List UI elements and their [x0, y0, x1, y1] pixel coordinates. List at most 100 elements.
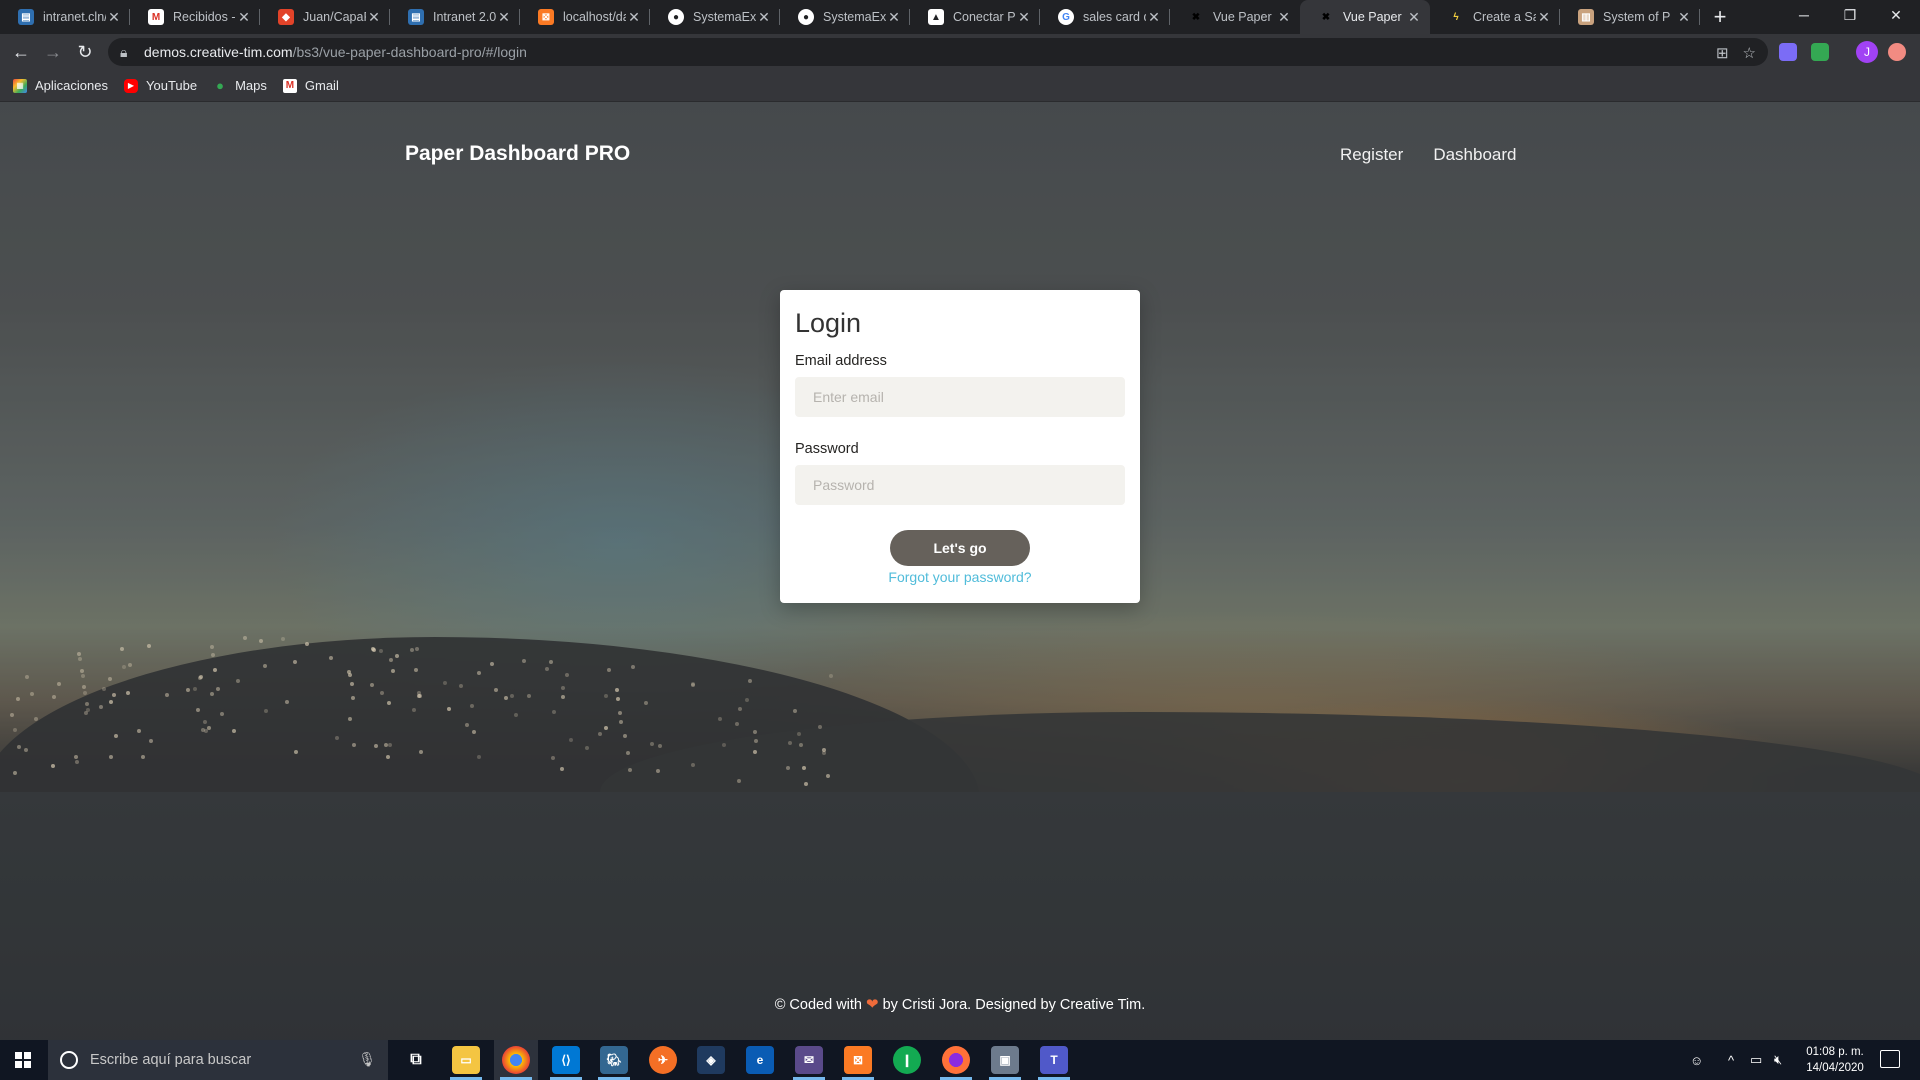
taskbar-search-placeholder: Escribe aquí para buscar: [90, 1052, 252, 1068]
url-host: demos.creative-tim.com: [144, 44, 293, 60]
tab-title: System of P: [1603, 10, 1671, 24]
microphone-icon[interactable]: 🎙︎: [358, 1051, 376, 1068]
restore-window-button[interactable]: ❐: [1827, 0, 1873, 30]
edge-icon[interactable]: e: [746, 1046, 774, 1074]
close-tab-icon[interactable]: ✕: [756, 9, 772, 26]
tab-title: intranet.cln/: [43, 10, 106, 24]
windows-logo-icon: [15, 1052, 31, 1068]
clock-time: 01:08 p. m.: [1806, 1046, 1864, 1058]
browser-tab[interactable]: ⊠ localhost/da ✕: [520, 0, 650, 34]
maps-pin-icon: ●: [216, 78, 225, 93]
mongodb-compass-icon[interactable]: ❙: [893, 1046, 921, 1074]
close-tab-icon[interactable]: ✕: [106, 9, 122, 26]
browser-tab[interactable]: ϟ Create a Sal ✕: [1430, 0, 1560, 34]
action-center-icon[interactable]: [1880, 1050, 1900, 1068]
close-tab-icon[interactable]: ✕: [626, 9, 642, 26]
browser-tab-active[interactable]: ✖ Vue Paper D ✕: [1300, 0, 1430, 34]
login-submit-button[interactable]: Let's go: [890, 530, 1030, 566]
teams-icon[interactable]: T: [1040, 1046, 1068, 1074]
pgadmin-icon[interactable]: 🐘︎: [600, 1046, 628, 1074]
xampp-icon[interactable]: ⊠: [844, 1046, 872, 1074]
taskbar-clock[interactable]: 01:08 p. m. 14/04/2020: [1800, 1044, 1870, 1076]
forgot-password-link[interactable]: Forgot your password?: [780, 569, 1140, 585]
page-favicon-icon: ▲: [928, 9, 944, 25]
dashboard-link[interactable]: Dashboard: [1433, 145, 1516, 165]
register-link[interactable]: Register: [1340, 145, 1403, 165]
footer-suffix: by Cristi Jora. Designed by Creative Tim…: [882, 997, 1146, 1013]
network-app-icon[interactable]: ▣: [991, 1046, 1019, 1074]
tab-title: Create a Sal: [1473, 10, 1536, 24]
close-tab-icon[interactable]: ✕: [886, 9, 902, 26]
people-icon[interactable]: ☺: [1690, 1040, 1703, 1080]
google-favicon-icon: G: [1058, 9, 1074, 25]
lock-icon: 🔒︎: [120, 43, 128, 60]
password-field[interactable]: [795, 465, 1125, 505]
extension-cube-green-icon[interactable]: [1811, 43, 1829, 61]
browser-tab[interactable]: ▥ System of P ✕: [1560, 0, 1700, 34]
bookmark-star-icon[interactable]: ☆: [1743, 44, 1756, 62]
tab-title: SystemaExh: [693, 10, 756, 24]
task-view-icon[interactable]: ⧉: [402, 1046, 430, 1074]
start-button[interactable]: [0, 1040, 46, 1080]
profile-avatar[interactable]: J: [1856, 41, 1878, 63]
youtube-icon: ▶: [124, 78, 138, 93]
bookmark-apps[interactable]: ▦ Aplicaciones: [13, 78, 108, 93]
bookmark-maps[interactable]: ● Maps: [213, 78, 267, 93]
bookmark-label: YouTube: [146, 78, 198, 93]
translate-icon[interactable]: ⊞: [1716, 44, 1729, 62]
reload-button[interactable]: ↻: [72, 39, 98, 65]
show-hidden-icons-icon[interactable]: ^: [1728, 1040, 1734, 1080]
close-tab-icon[interactable]: ✕: [366, 9, 382, 26]
sourcetree-icon[interactable]: ◈: [697, 1046, 725, 1074]
email-field[interactable]: [795, 377, 1125, 417]
browser-tab[interactable]: G sales card d ✕: [1040, 0, 1170, 34]
browser-tab[interactable]: ● SystemaExh ✕: [650, 0, 780, 34]
bookmarks-bar: ▦ Aplicaciones ▶ YouTube ● Maps M Gmail: [0, 70, 1920, 102]
login-page: Paper Dashboard PRO Register Dashboard L…: [0, 102, 1920, 1040]
close-tab-icon[interactable]: ✕: [1676, 9, 1692, 26]
close-tab-icon[interactable]: ✕: [1536, 9, 1552, 26]
intranet-favicon-icon: ▤: [408, 9, 424, 25]
close-tab-icon[interactable]: ✕: [1016, 9, 1032, 26]
close-tab-icon[interactable]: ✕: [1406, 9, 1422, 26]
chrome-icon[interactable]: [502, 1046, 530, 1074]
gitlab-favicon-icon: ◆: [278, 9, 294, 25]
intranet-favicon-icon: ▤: [18, 9, 34, 25]
brand-title[interactable]: Paper Dashboard PRO: [405, 142, 630, 166]
close-window-button[interactable]: ✕: [1873, 0, 1919, 30]
extension-cube-icon[interactable]: [1779, 43, 1797, 61]
network-icon[interactable]: ▭: [1750, 1040, 1762, 1080]
close-tab-icon[interactable]: ✕: [1146, 9, 1162, 26]
postman-icon[interactable]: ✈: [649, 1046, 677, 1074]
browser-tab[interactable]: ◆ Juan/CapaPr ✕: [260, 0, 390, 34]
browser-tab[interactable]: ▤ intranet.cln/ ✕: [0, 0, 130, 34]
address-bar[interactable]: 🔒︎ demos.creative-tim.com /bs3/vue-paper…: [108, 38, 1768, 66]
gmail-favicon-icon: M: [148, 9, 164, 25]
bookmark-gmail[interactable]: M Gmail: [282, 78, 339, 93]
extension-red-icon[interactable]: [1888, 43, 1906, 61]
tab-title: localhost/da: [563, 10, 626, 24]
new-tab-button[interactable]: +: [1707, 4, 1733, 30]
taskbar-search-box[interactable]: Escribe aquí para buscar 🎙︎: [48, 1040, 388, 1080]
forward-button[interactable]: →: [40, 39, 66, 65]
tab-title: sales card d: [1083, 10, 1146, 24]
close-tab-icon[interactable]: ✕: [496, 9, 512, 26]
vscode-icon[interactable]: ⟨⟩: [552, 1046, 580, 1074]
firefox-icon[interactable]: [942, 1046, 970, 1074]
browser-tab[interactable]: ▲ Conectar Po ✕: [910, 0, 1040, 34]
page-footer: © Coded with ❤ by Cristi Jora. Designed by…: [0, 995, 1920, 1013]
browser-tab[interactable]: ▤ Intranet 2.0 ✕: [390, 0, 520, 34]
close-tab-icon[interactable]: ✕: [236, 9, 252, 26]
xampp-favicon-icon: ⊠: [538, 9, 554, 25]
volume-muted-icon[interactable]: 🔇︎: [1774, 1040, 1782, 1080]
browser-tab[interactable]: M Recibidos - j ✕: [130, 0, 260, 34]
browser-tab[interactable]: ● SystemaExh ✕: [780, 0, 910, 34]
bookmark-youtube[interactable]: ▶ YouTube: [124, 78, 197, 93]
mail-app-icon[interactable]: ✉: [795, 1046, 823, 1074]
back-button[interactable]: ←: [8, 39, 34, 65]
minimize-window-button[interactable]: ─: [1781, 0, 1827, 30]
browser-tab[interactable]: ✖ Vue Paper D ✕: [1170, 0, 1300, 34]
file-explorer-icon[interactable]: ▭: [452, 1046, 480, 1074]
github-favicon-icon: ●: [668, 9, 684, 25]
close-tab-icon[interactable]: ✕: [1276, 9, 1292, 26]
